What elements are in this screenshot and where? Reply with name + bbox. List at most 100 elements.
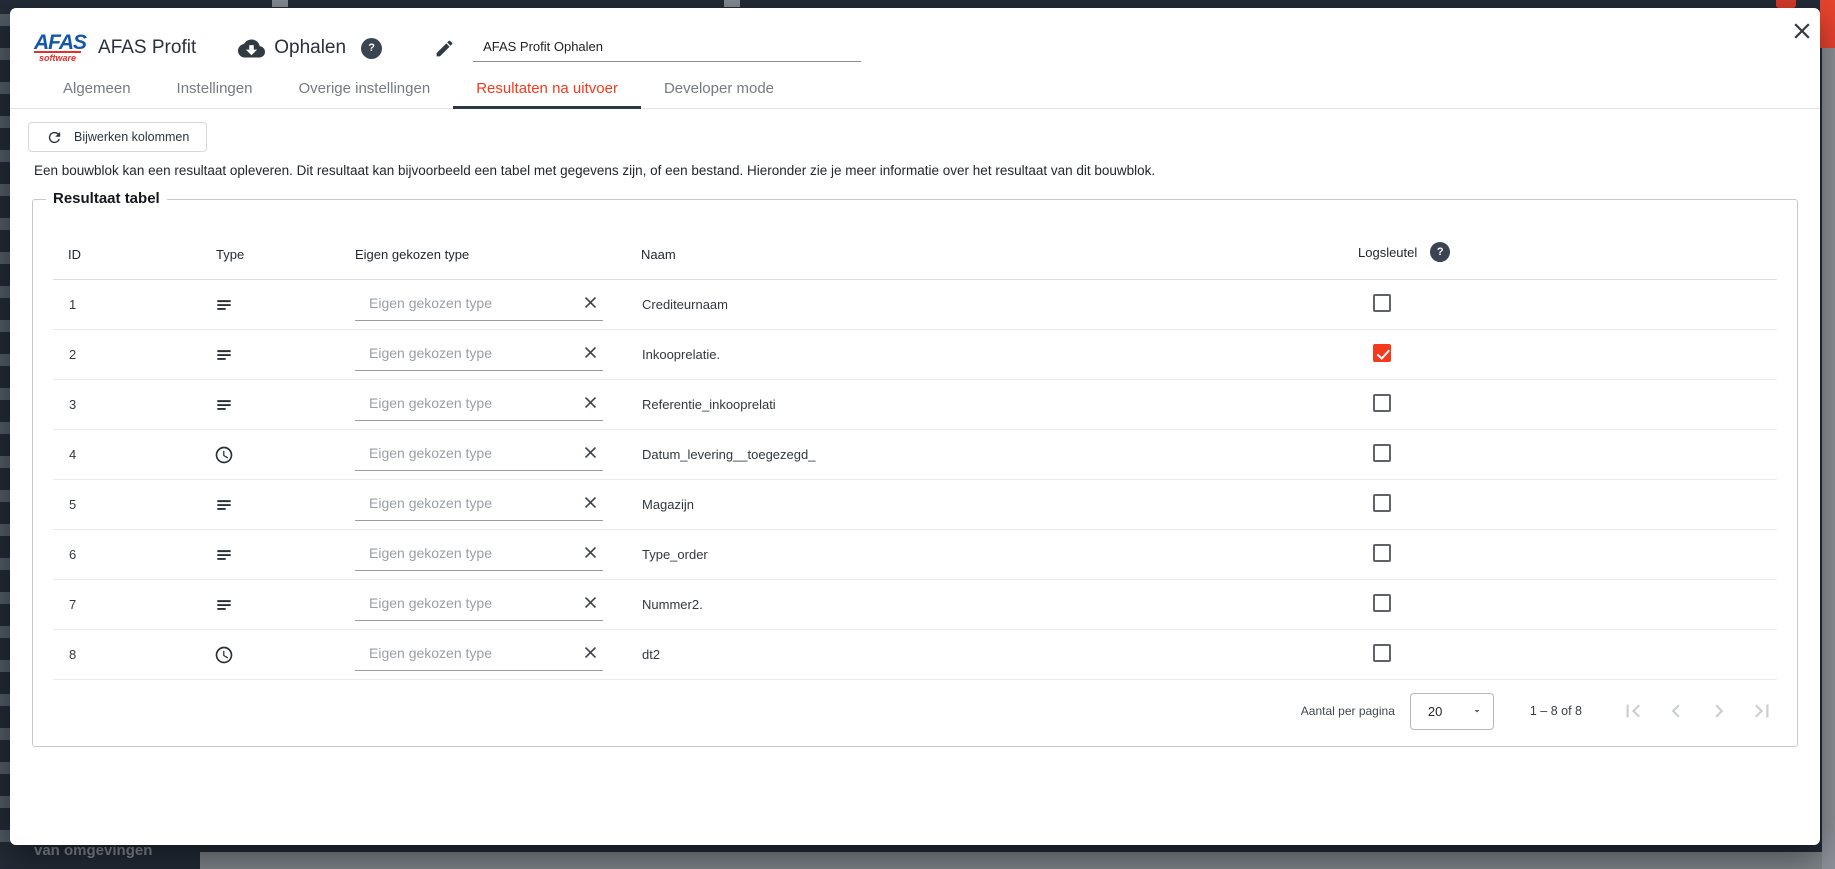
next-page-icon <box>1706 698 1732 724</box>
horizontal-scrollbar[interactable] <box>200 852 1822 869</box>
clear-icon[interactable] <box>581 343 600 362</box>
custom-type-field <box>355 639 603 671</box>
log-key-checkbox[interactable] <box>1373 444 1391 462</box>
row-id: 4 <box>53 447 201 462</box>
custom-type-input[interactable] <box>355 489 603 520</box>
table-row: 5 Magazijn <box>53 480 1777 530</box>
tabs: Algemeen Instellingen Overige instellingen… <box>10 69 1820 109</box>
afas-logo-text: AFAS <box>34 34 86 51</box>
table-row: 6 Type_order <box>53 530 1777 580</box>
row-id: 3 <box>53 397 201 412</box>
custom-type-input[interactable] <box>355 339 603 370</box>
clear-icon[interactable] <box>581 643 600 662</box>
next-page-button[interactable] <box>1706 698 1732 724</box>
clear-icon[interactable] <box>581 543 600 562</box>
refresh-columns-label: Bijwerken kolommen <box>74 130 189 144</box>
vertical-scrollbar[interactable] <box>1822 48 1835 869</box>
row-name: Nummer2. <box>641 597 1358 612</box>
first-page-button[interactable] <box>1620 698 1646 724</box>
background-footer: van omgevingen <box>0 845 200 869</box>
log-key-help-icon[interactable]: ? <box>1430 242 1450 262</box>
prev-page-icon <box>1663 698 1689 724</box>
per-page-label: Aantal per pagina <box>1301 704 1395 718</box>
custom-type-field <box>355 389 603 421</box>
log-key-checkbox[interactable] <box>1373 394 1391 412</box>
background-footer-text: van omgevingen <box>34 845 152 859</box>
table-row: 1 Crediteurnaam <box>53 280 1777 330</box>
tab-resultaten-na-uitvoer[interactable]: Resultaten na uitvoer <box>453 69 641 108</box>
row-name: dt2 <box>641 647 1358 662</box>
row-id: 1 <box>53 297 201 312</box>
custom-type-input[interactable] <box>355 389 603 420</box>
app-title: AFAS Profit <box>98 37 196 59</box>
tab-algemeen[interactable]: Algemeen <box>40 69 154 108</box>
log-key-checkbox[interactable] <box>1373 544 1391 562</box>
column-header-log-key: Logsleutel ? <box>1358 242 1558 279</box>
custom-type-field <box>355 589 603 621</box>
help-icon[interactable]: ? <box>361 38 382 59</box>
custom-type-input[interactable] <box>355 589 603 620</box>
log-key-checkbox[interactable] <box>1373 494 1391 512</box>
close-icon <box>1789 18 1815 44</box>
page-buttons <box>1620 698 1775 724</box>
custom-type-field <box>355 289 603 321</box>
text-lines-icon <box>214 495 341 515</box>
tab-overige-instellingen[interactable]: Overige instellingen <box>275 69 453 108</box>
column-header-id: ID <box>53 247 201 279</box>
column-header-name: Naam <box>641 247 1358 279</box>
action-title: Ophalen <box>274 37 346 59</box>
per-page-select[interactable]: 20 <box>1410 693 1494 730</box>
log-key-checkbox[interactable] <box>1373 594 1391 612</box>
background-fragment <box>724 0 740 7</box>
refresh-icon <box>46 129 63 146</box>
row-name: Referentie_inkooprelati <box>641 397 1358 412</box>
clock-icon <box>214 445 341 465</box>
refresh-columns-button[interactable]: Bijwerken kolommen <box>28 122 207 152</box>
table-header-row: ID Type Eigen gekozen type Naam Logsleut… <box>53 200 1777 280</box>
log-key-checkbox[interactable] <box>1373 344 1391 362</box>
tab-developer-mode[interactable]: Developer mode <box>641 69 797 108</box>
dialog-header: AFAS software AFAS Profit Ophalen ? <box>10 8 1820 66</box>
custom-type-input[interactable] <box>355 289 603 320</box>
tab-label: Instellingen <box>177 80 253 97</box>
text-lines-icon <box>214 345 341 365</box>
prev-page-button[interactable] <box>1663 698 1689 724</box>
row-id: 6 <box>53 547 201 562</box>
custom-type-input[interactable] <box>355 439 603 470</box>
result-table: ID Type Eigen gekozen type Naam Logsleut… <box>53 200 1777 742</box>
pencil-icon[interactable] <box>434 38 455 59</box>
column-header-log-key-label: Logsleutel <box>1358 245 1417 260</box>
per-page-value: 20 <box>1428 704 1442 719</box>
row-name: Crediteurnaam <box>641 297 1358 312</box>
last-page-button[interactable] <box>1749 698 1775 724</box>
clear-icon[interactable] <box>581 493 600 512</box>
custom-type-field <box>355 489 603 521</box>
afas-logo: AFAS software <box>34 34 86 63</box>
tab-label: Algemeen <box>63 80 131 97</box>
clock-icon <box>214 645 341 665</box>
table-body: 1 Crediteurnaam 2 Inkooprelatie. <box>53 280 1777 680</box>
tab-instellingen[interactable]: Instellingen <box>154 69 276 108</box>
clear-icon[interactable] <box>581 293 600 312</box>
log-key-checkbox[interactable] <box>1373 644 1391 662</box>
afas-logo-subtext: software <box>34 51 81 63</box>
page-range-text: 1 – 8 of 8 <box>1530 704 1582 718</box>
last-page-icon <box>1749 698 1775 724</box>
close-button[interactable] <box>1787 16 1817 46</box>
row-id: 2 <box>53 347 201 362</box>
name-field-wrapper <box>473 35 861 62</box>
row-id: 8 <box>53 647 201 662</box>
table-row: 4 Datum_levering__toegezegd_ <box>53 430 1777 480</box>
clear-icon[interactable] <box>581 593 600 612</box>
cloud-download-icon <box>238 35 265 62</box>
custom-type-input[interactable] <box>355 539 603 570</box>
clear-icon[interactable] <box>581 443 600 462</box>
block-name-input[interactable] <box>473 35 861 61</box>
log-key-checkbox[interactable] <box>1373 294 1391 312</box>
clear-icon[interactable] <box>581 393 600 412</box>
custom-type-input[interactable] <box>355 639 603 670</box>
row-name: Type_order <box>641 547 1358 562</box>
fieldset-legend: Resultaat tabel <box>46 190 167 207</box>
text-lines-icon <box>214 395 341 415</box>
paginator: Aantal per pagina 20 1 – 8 of 8 <box>53 680 1777 742</box>
